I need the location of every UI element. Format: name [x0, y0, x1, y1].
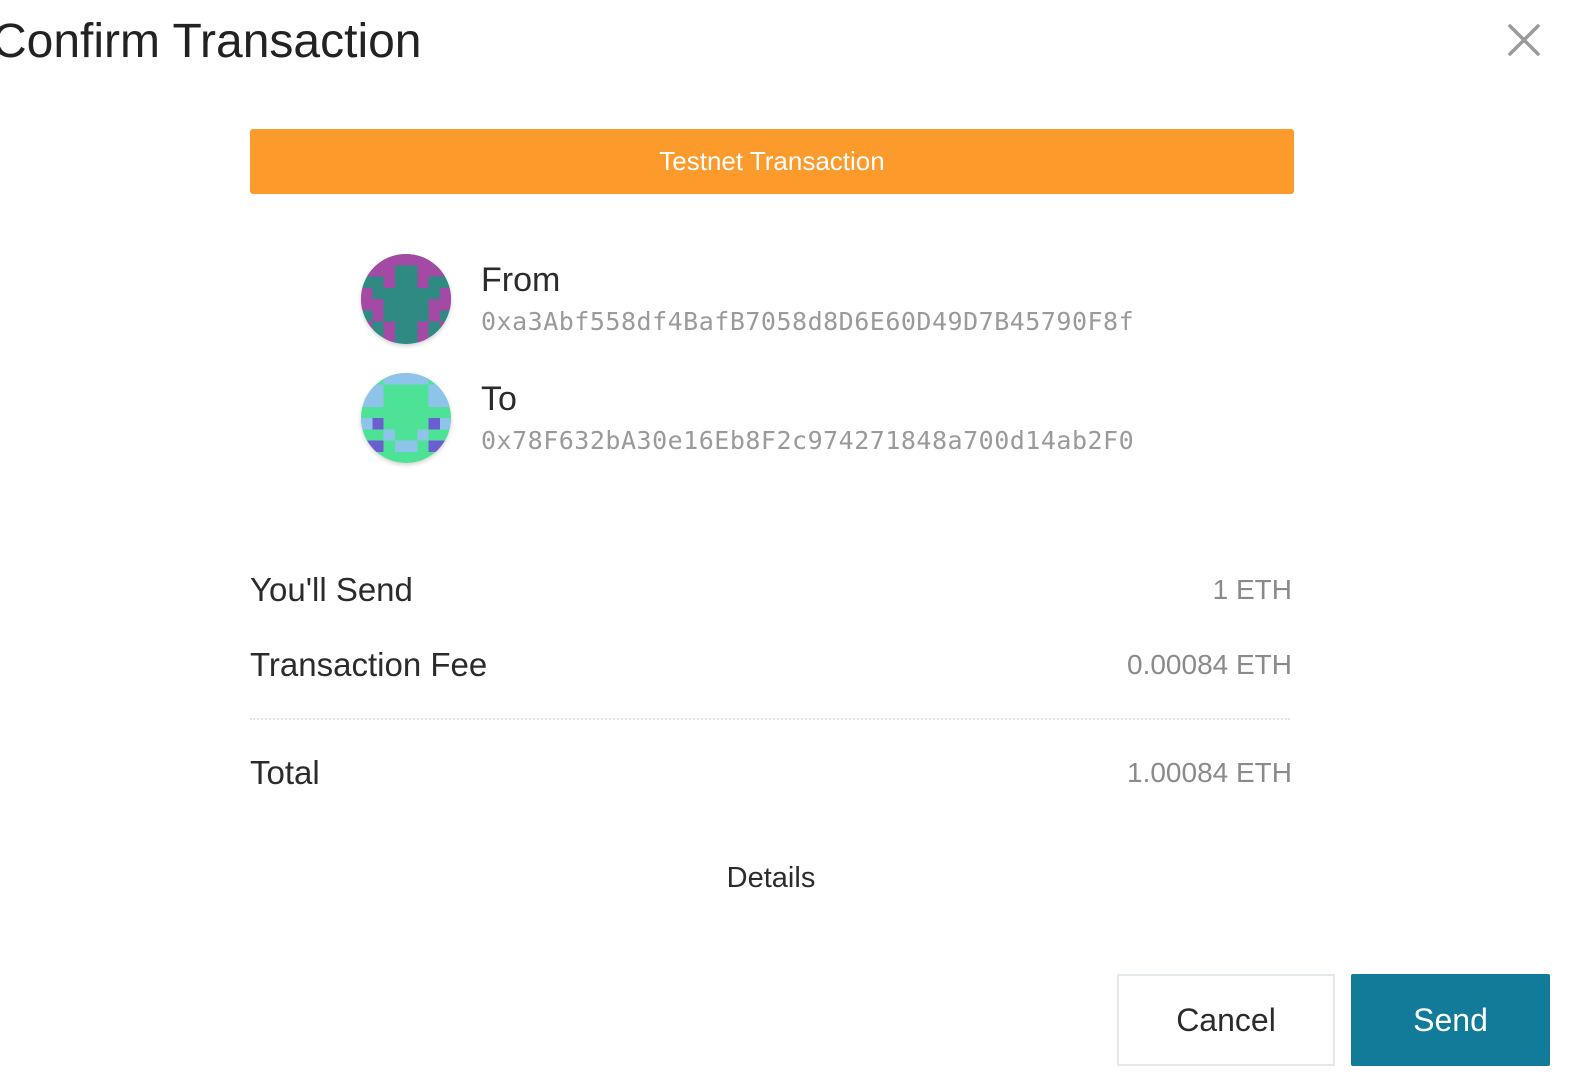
transaction-fee-value: 0.00084 ETH — [1127, 649, 1292, 680]
to-label: To — [481, 380, 517, 418]
to-identicon-icon — [361, 373, 451, 463]
from-account: From 0xa3Abf558df4BafB7058d8D6E60D49D7B4… — [361, 254, 1261, 344]
details-toggle[interactable]: Details — [650, 858, 892, 898]
from-label: From — [481, 261, 561, 299]
transaction-fee-row: Transaction Fee 0.00084 ETH — [250, 643, 1292, 687]
total-label: Total — [250, 754, 320, 791]
summary-divider — [250, 718, 1290, 720]
total-row: Total 1.00084 ETH — [250, 751, 1292, 795]
send-button[interactable]: Send — [1351, 974, 1550, 1066]
to-account: To 0x78F632bA30e16Eb8F2c974271848a700d14… — [361, 373, 1261, 463]
close-icon[interactable] — [1504, 20, 1544, 60]
cancel-button[interactable]: Cancel — [1117, 974, 1335, 1066]
from-address: 0xa3Abf558df4BafB7058d8D6E60D49D7B45790F… — [481, 307, 1135, 336]
confirm-transaction-dialog: Confirm Transaction Testnet Transaction — [0, 0, 1578, 1088]
dialog-title: Confirm Transaction — [0, 15, 422, 68]
from-identicon-icon — [361, 254, 451, 344]
send-amount-row: You'll Send 1 ETH — [250, 568, 1292, 612]
testnet-banner-label: Testnet Transaction — [659, 146, 885, 176]
send-amount-value: 1 ETH — [1212, 574, 1292, 605]
to-address: 0x78F632bA30e16Eb8F2c974271848a700d14ab2… — [481, 426, 1135, 455]
transaction-fee-label: Transaction Fee — [250, 646, 488, 683]
total-value: 1.00084 ETH — [1127, 757, 1292, 788]
testnet-banner: Testnet Transaction — [250, 129, 1294, 194]
send-amount-label: You'll Send — [250, 571, 413, 608]
